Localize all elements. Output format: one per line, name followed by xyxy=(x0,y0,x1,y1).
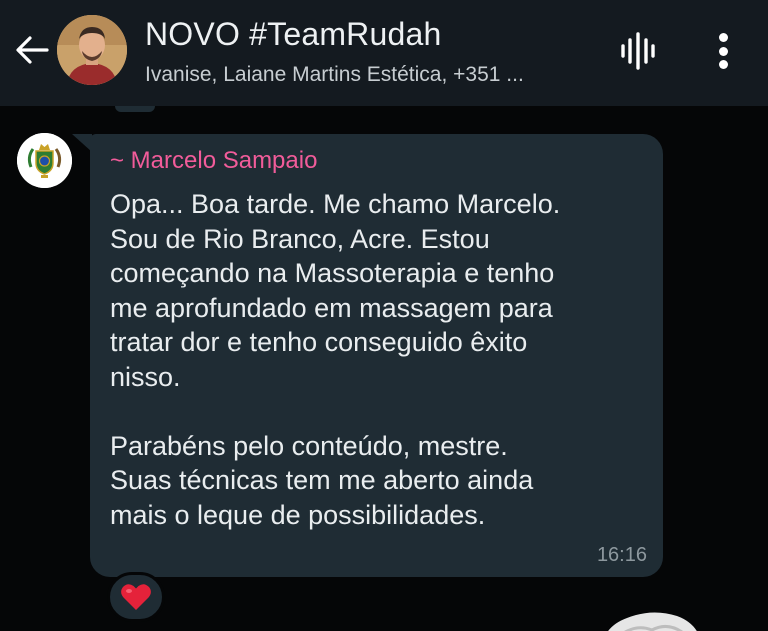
message-line: mais o leque de possibilidades. xyxy=(110,499,486,530)
heart-icon xyxy=(121,584,151,610)
message-list[interactable]: ~ Marcelo Sampaio Opa... Boa tarde. Me c… xyxy=(0,106,768,631)
back-button[interactable] xyxy=(12,30,52,70)
message-line: tratar dor e tenho conseguido êxito xyxy=(110,327,528,357)
arrow-left-icon xyxy=(16,36,49,64)
bubble-tail xyxy=(72,134,92,152)
reaction-badge[interactable] xyxy=(107,572,165,622)
voice-chat-button[interactable] xyxy=(618,30,658,72)
sender-name[interactable]: ~ Marcelo Sampaio xyxy=(110,146,317,176)
more-options-button[interactable] xyxy=(705,30,741,72)
message-line: começando na Massoterapia e tenho xyxy=(110,258,555,288)
group-avatar[interactable] xyxy=(57,15,127,85)
more-vertical-icon-dot xyxy=(718,46,728,56)
more-vertical-icon-dot xyxy=(718,60,728,69)
message-line: Suas técnicas tem me aberto ainda xyxy=(110,465,534,495)
more-vertical-icon xyxy=(718,33,728,42)
coat-of-arms-icon xyxy=(17,133,72,188)
message-line: Sou de Rio Branco, Acre. Estou xyxy=(110,223,490,254)
sender-avatar[interactable] xyxy=(17,133,72,188)
group-photo xyxy=(57,15,127,85)
chat-title[interactable]: NOVO #TeamRudah xyxy=(145,15,441,53)
chat-participants[interactable]: Ivanise, Laiane Martins Estética, +351 .… xyxy=(145,62,595,88)
voice-chat-icon xyxy=(621,32,655,70)
previous-message-edge xyxy=(115,106,155,112)
chat-header: NOVO #TeamRudah Ivanise, Laiane Martins … xyxy=(0,0,768,106)
message-line: me aprofundado em massagem para xyxy=(110,292,553,323)
message-line: Parabéns pelo conteúdo, mestre. xyxy=(110,430,508,461)
message-line: Opa... Boa tarde. Me chamo Marcelo. xyxy=(110,189,561,219)
message-bubble[interactable]: ~ Marcelo Sampaio Opa... Boa tarde. Me c… xyxy=(90,134,663,577)
message-text: Opa... Boa tarde. Me chamo Marcelo. Sou … xyxy=(110,187,650,532)
message-line: nisso. xyxy=(110,361,181,392)
message-timestamp: 16:16 xyxy=(596,544,647,566)
sticker-image xyxy=(608,612,697,631)
next-message-sticker[interactable] xyxy=(597,606,707,631)
